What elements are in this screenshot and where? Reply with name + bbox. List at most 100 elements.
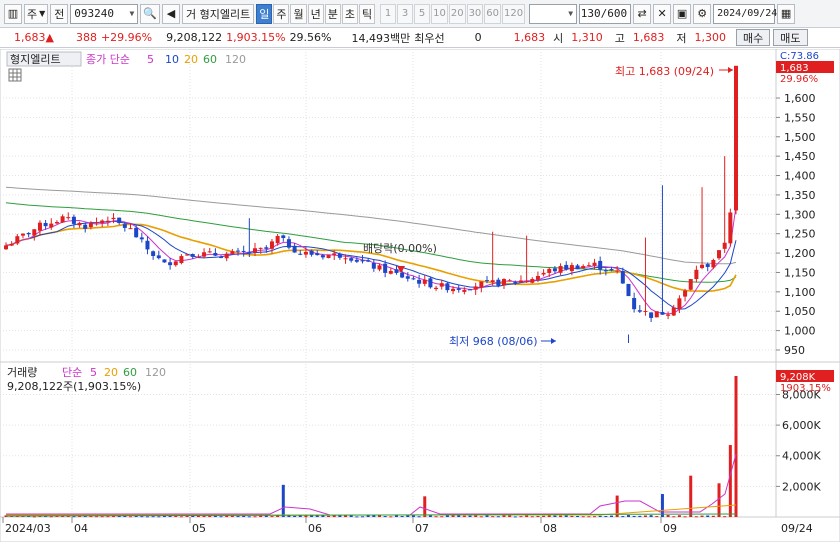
buy-button[interactable]: 매수 — [736, 29, 771, 46]
stock-name-box[interactable]: 거 형지엘리트 — [181, 3, 255, 24]
up-arrow-icon: ▲ — [45, 31, 54, 44]
volume-bar — [321, 515, 325, 517]
price-volume-chart[interactable]: 형지엘리트 종가 단순 5 10 20 60 120 최고 1,683 (09/… — [0, 48, 840, 543]
interval-1[interactable]: 1 — [380, 3, 397, 24]
save-icon[interactable]: ▣ — [673, 3, 692, 24]
volume-bar — [666, 515, 670, 517]
interval-60[interactable]: 60 — [484, 3, 502, 24]
volume-bar — [689, 475, 693, 517]
compare-icon[interactable]: ⇄ — [633, 3, 652, 24]
volume-bar — [587, 516, 591, 518]
interval-30[interactable]: 30 — [466, 3, 484, 24]
interval-10[interactable]: 10 — [431, 3, 448, 24]
volume-bar — [468, 515, 472, 517]
chart-type-icon[interactable]: ▥ — [4, 3, 22, 24]
tab-month[interactable]: 월 — [290, 3, 307, 24]
tab-minute[interactable]: 분 — [324, 3, 341, 24]
candle-body — [332, 253, 337, 256]
custom-interval-input[interactable]: ▼ — [529, 3, 578, 24]
prev-button[interactable]: 전 — [50, 3, 69, 24]
volume-bar — [434, 516, 438, 518]
candle-body — [728, 212, 733, 244]
price-tick-label: 1,050 — [784, 305, 816, 318]
crosshair-icon[interactable]: ✕ — [653, 3, 672, 24]
volume-bar — [576, 515, 580, 517]
tab-week[interactable]: 주 — [273, 3, 290, 24]
candle-body — [388, 271, 393, 274]
calendar-icon[interactable]: ▦ — [777, 3, 796, 24]
candle-body — [620, 271, 625, 284]
code-input[interactable]: 093240 ▼ — [70, 3, 139, 24]
tab-tick[interactable]: 틱 — [358, 3, 376, 24]
volume-bar — [293, 515, 297, 517]
amount-value: 14,493백만 — [351, 31, 411, 45]
candle-body — [117, 217, 122, 224]
candle-body — [366, 260, 371, 262]
count-input[interactable]: 130/600 — [579, 3, 632, 24]
search-icon[interactable]: 🔍 — [140, 3, 160, 24]
current-price-label: 1,683 — [780, 63, 809, 74]
tab-day[interactable]: 일 — [256, 3, 273, 24]
candle-body — [252, 248, 257, 253]
candle-body — [683, 290, 688, 297]
chevron-down-icon[interactable]: ▼ — [129, 9, 134, 18]
candle-body — [190, 254, 195, 257]
candle-body — [269, 241, 274, 249]
candle-body — [711, 260, 716, 268]
candle-body — [637, 310, 642, 312]
volume-bar — [451, 515, 455, 517]
tab-year[interactable]: 년 — [307, 3, 324, 24]
volume-bar — [604, 516, 608, 518]
high-annotation: 최고 1,683 (09/24) — [615, 65, 714, 78]
candle-body — [717, 250, 722, 259]
candle-body — [581, 266, 586, 269]
volume-bar — [519, 516, 523, 518]
interval-5[interactable]: 5 — [414, 3, 431, 24]
candle-body — [671, 307, 676, 316]
candle-body — [541, 272, 546, 275]
tab-second[interactable]: 초 — [341, 3, 358, 24]
date-input[interactable]: 2024/09/24 — [713, 3, 777, 24]
chevron-down-icon[interactable]: ▼ — [568, 9, 573, 18]
candle-body — [479, 281, 484, 288]
candle-body — [77, 222, 82, 226]
candle-body — [264, 247, 269, 249]
candle-body — [49, 223, 54, 228]
x-tick-label: 07 — [415, 522, 429, 535]
gear-icon[interactable]: ⚙ — [693, 3, 712, 24]
candle-body — [394, 269, 399, 273]
chart-area[interactable]: 형지엘리트 종가 단순 5 10 20 60 120 최고 1,683 (09/… — [0, 48, 840, 543]
candle-body — [258, 247, 263, 249]
interval-20[interactable]: 20 — [448, 3, 466, 24]
interval-120[interactable]: 120 — [502, 3, 526, 24]
open-label: 시 — [553, 31, 564, 45]
x-tick-label: 09 — [663, 522, 677, 535]
candle-body — [315, 253, 320, 256]
candle-body — [564, 264, 569, 270]
sell-button[interactable]: 매도 — [773, 29, 808, 46]
candle-body — [569, 265, 574, 272]
low-value: 1,300 — [694, 31, 727, 44]
volume-bar — [700, 515, 704, 517]
interval-3[interactable]: 3 — [397, 3, 414, 24]
candle-body — [400, 272, 405, 278]
volume-bar — [677, 515, 681, 517]
volume-tick-label: 6,000K — [782, 419, 821, 432]
candle-body — [162, 259, 167, 263]
candle-body — [60, 216, 65, 223]
volume-bar — [400, 516, 404, 518]
last-price: 1,683 — [513, 31, 546, 44]
sound-icon[interactable]: ◀ — [161, 3, 180, 24]
volume-bar — [366, 515, 370, 517]
volume-bar — [298, 515, 302, 517]
candle-body — [660, 312, 665, 315]
candle-body — [196, 256, 201, 258]
grid-toggle-icon[interactable] — [8, 68, 22, 82]
candle-body — [518, 280, 523, 283]
volume-legend-title: 거래량 — [7, 366, 37, 379]
volume-bar — [106, 516, 110, 518]
volume-bar — [242, 515, 246, 517]
market-select[interactable]: 주 ▼ — [24, 3, 49, 24]
volume-bar — [406, 515, 410, 517]
candle-body — [281, 235, 286, 239]
